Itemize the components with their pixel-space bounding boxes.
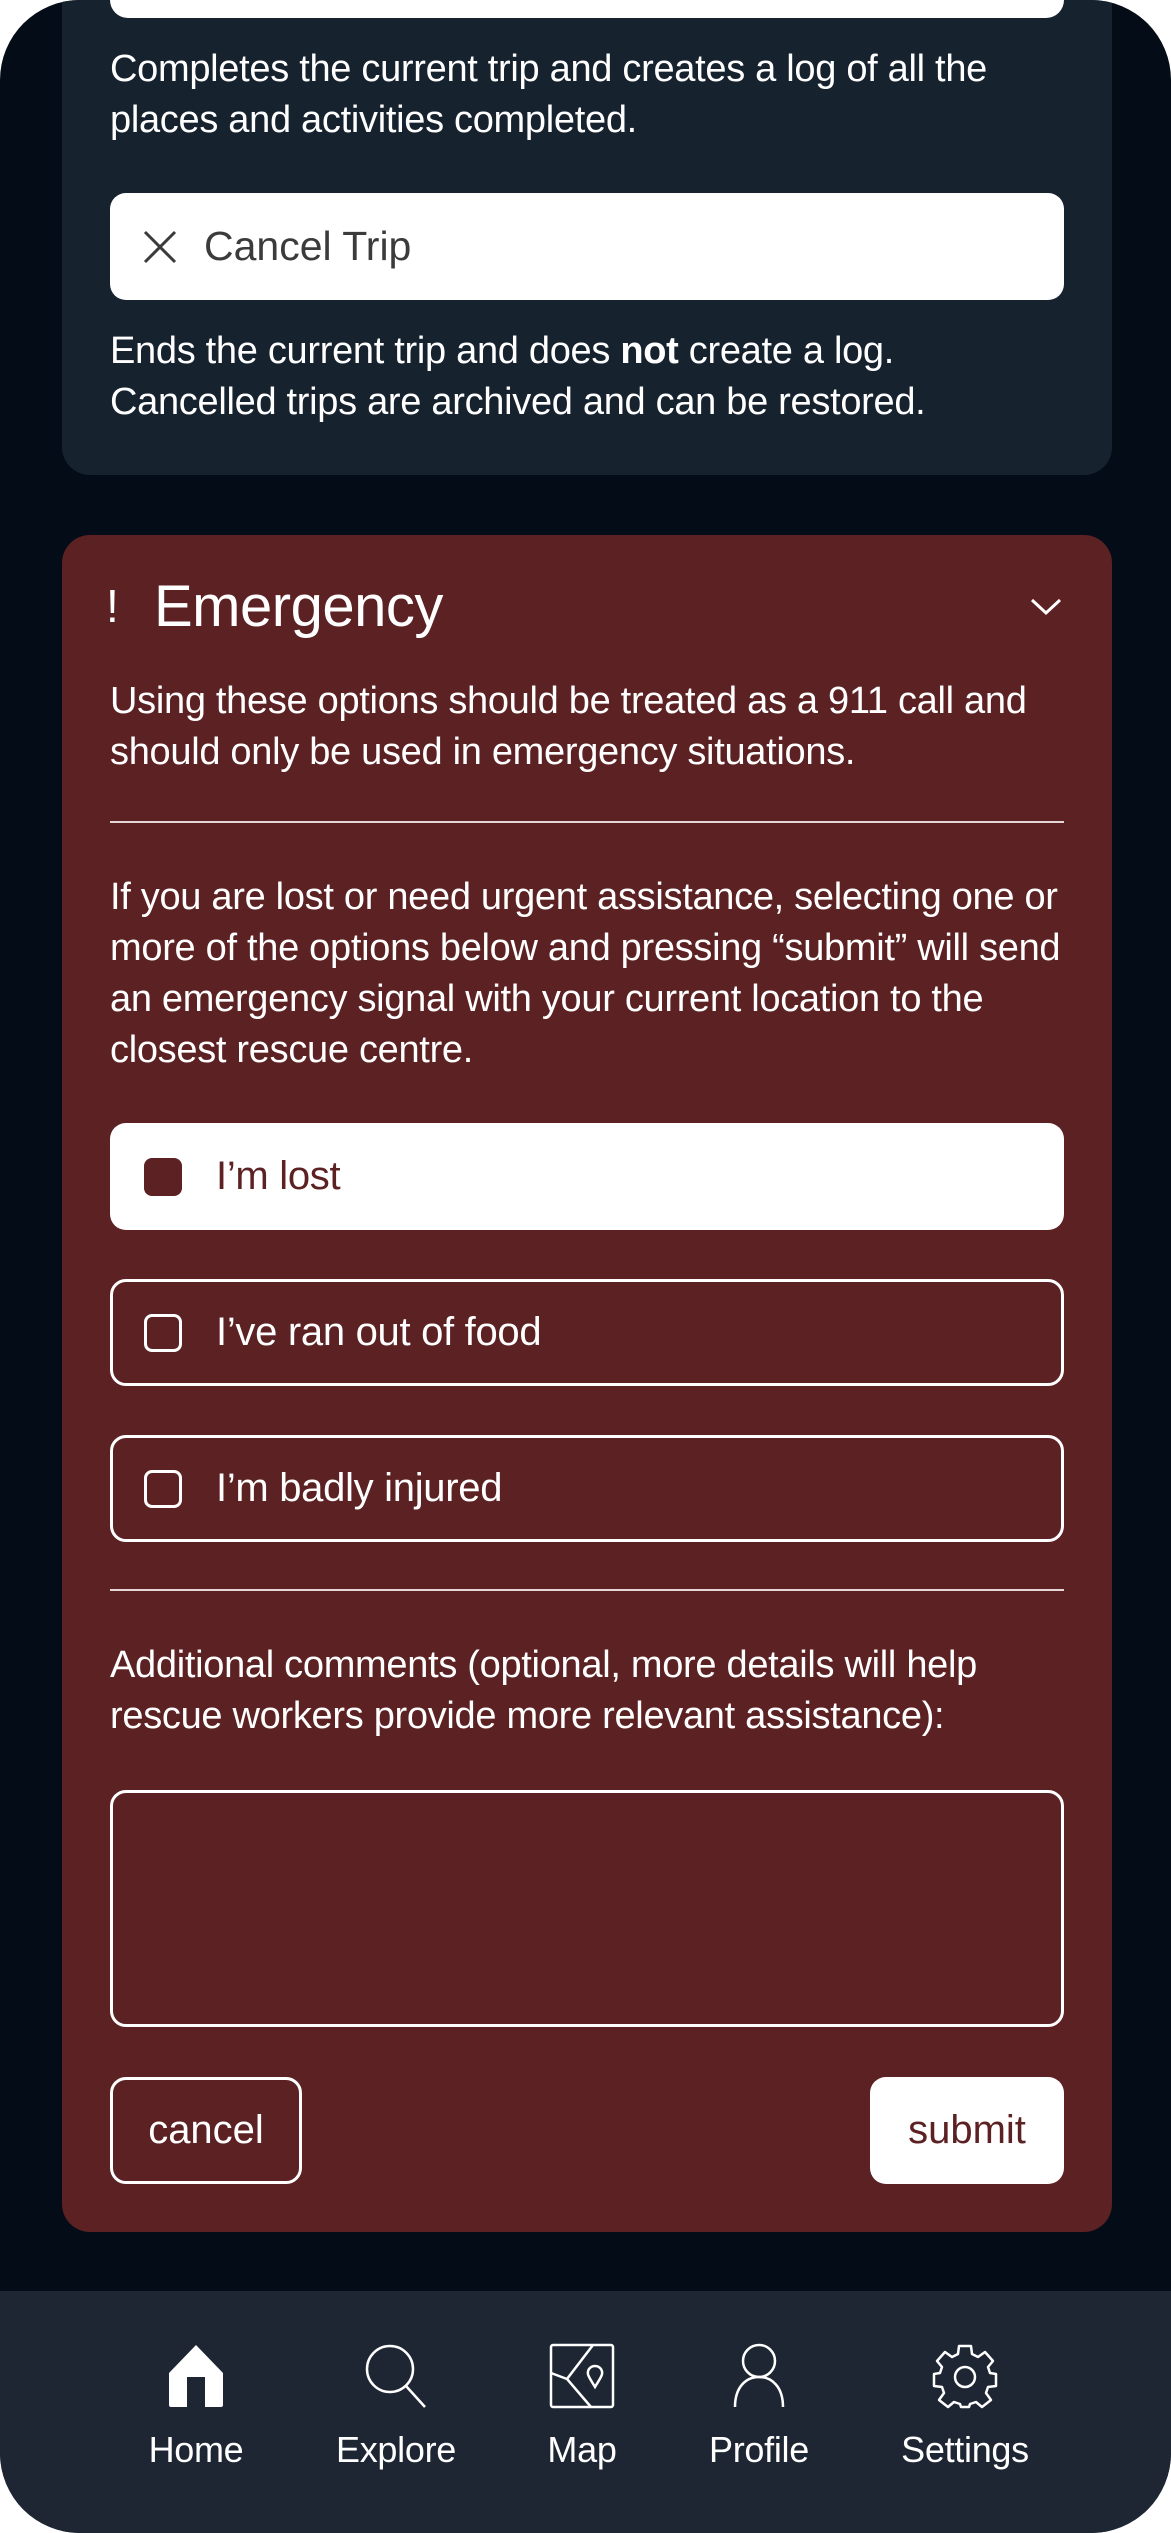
option-out-of-food[interactable]: I’ve ran out of food xyxy=(110,1279,1064,1386)
nav-label: Explore xyxy=(336,2429,456,2470)
nav-item-map[interactable]: Map xyxy=(492,2343,672,2493)
nav-label: Profile xyxy=(709,2429,809,2470)
nav-label: Settings xyxy=(901,2429,1029,2470)
cancel-desc-bold: not xyxy=(620,330,679,372)
complete-trip-description: Completes the current trip and creates a… xyxy=(110,48,987,141)
profile-icon xyxy=(733,2343,785,2408)
map-icon xyxy=(549,2343,615,2409)
emergency-header[interactable]: ! Emergency xyxy=(106,566,1064,646)
cancel-desc-text: Ends the current trip and does xyxy=(110,330,621,372)
nav-item-explore[interactable]: Explore xyxy=(306,2343,486,2493)
exclamation-icon: ! xyxy=(106,580,119,632)
option-lost[interactable]: I’m lost xyxy=(110,1123,1064,1230)
nav-item-home[interactable]: Home xyxy=(106,2343,286,2493)
home-icon xyxy=(169,2345,223,2407)
bottom-nav: Home Explore Map Profile Settings xyxy=(0,2291,1171,2533)
checkbox-unchecked[interactable] xyxy=(144,1469,182,1508)
option-badly-injured[interactable]: I’m badly injured xyxy=(110,1435,1064,1542)
complete-trip-button[interactable] xyxy=(110,0,1064,18)
option-label: I’m badly injured xyxy=(216,1466,503,1510)
emergency-title: Emergency xyxy=(154,573,443,639)
emergency-instructions: If you are lost or need urgent assistanc… xyxy=(110,876,1061,1071)
cancel-trip-button[interactable]: Cancel Trip xyxy=(110,193,1064,300)
checkbox-unchecked[interactable] xyxy=(144,1313,182,1352)
emergency-warning: Using these options should be treated as… xyxy=(110,680,1027,773)
nav-label: Map xyxy=(547,2429,617,2470)
comments-label: Additional comments (optional, more deta… xyxy=(110,1644,977,1737)
nav-label: Home xyxy=(148,2429,244,2470)
submit-button[interactable]: submit xyxy=(870,2077,1064,2184)
divider xyxy=(110,1589,1064,1591)
nav-item-profile[interactable]: Profile xyxy=(669,2343,849,2493)
gear-icon xyxy=(932,2344,998,2409)
cancel-trip-label: Cancel Trip xyxy=(204,223,412,269)
option-label: I’m lost xyxy=(216,1154,341,1198)
option-label: I’ve ran out of food xyxy=(216,1310,542,1354)
nav-item-settings[interactable]: Settings xyxy=(875,2343,1055,2493)
checkbox-checked[interactable] xyxy=(144,1157,182,1196)
search-icon xyxy=(365,2344,426,2408)
cancel-button[interactable]: cancel xyxy=(110,2077,302,2184)
chevron-down-icon[interactable] xyxy=(1028,588,1064,624)
divider xyxy=(110,821,1064,823)
cancel-trip-description: Ends the current trip and does not creat… xyxy=(110,326,1070,428)
app-screen: Completes the current trip and creates a… xyxy=(0,0,1171,2533)
close-icon xyxy=(143,230,177,263)
comments-input[interactable] xyxy=(110,1790,1064,2027)
